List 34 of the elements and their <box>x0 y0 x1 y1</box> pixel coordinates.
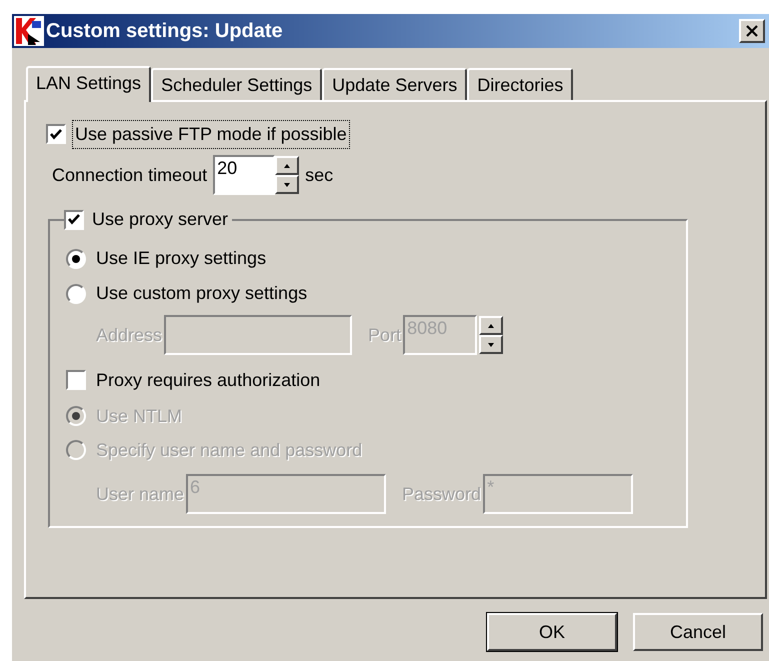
checkbox[interactable] <box>66 370 86 390</box>
checkbox-label: Use passive FTP mode if possible <box>72 120 350 148</box>
tab[interactable]: Update Servers <box>322 68 468 100</box>
checkbox-label: Proxy requires authorization <box>96 368 320 392</box>
checkbox[interactable] <box>46 124 66 144</box>
radio-label: Use custom proxy settings <box>96 282 308 305</box>
spin-up-button[interactable] <box>275 156 300 175</box>
tab[interactable]: Scheduler Settings <box>151 68 322 100</box>
down-arrow-icon <box>284 182 290 186</box>
radio-button[interactable] <box>66 248 86 268</box>
window-title: Custom settings: Update <box>46 19 284 44</box>
tab[interactable]: LAN Settings <box>26 66 152 102</box>
dialog-button[interactable]: OK <box>487 613 617 651</box>
checkbox[interactable] <box>64 210 84 230</box>
timeout-field[interactable]: 20 <box>213 155 276 195</box>
close-button[interactable] <box>739 19 765 43</box>
spin-up-button[interactable] <box>479 316 504 335</box>
app-logo-icon <box>14 16 44 46</box>
close-icon <box>746 25 758 37</box>
up-arrow-icon <box>488 324 494 328</box>
radio-button[interactable] <box>66 284 86 304</box>
down-arrow-icon <box>488 342 494 346</box>
unit-label: sec <box>305 164 334 186</box>
dialog-button[interactable]: Cancel <box>633 613 763 651</box>
up-arrow-icon <box>284 164 290 168</box>
checkmark-icon <box>50 128 62 140</box>
field-label: Connection timeout <box>52 164 208 186</box>
checkbox-label: Use proxy server <box>92 208 228 231</box>
tab[interactable]: Directories <box>467 68 574 100</box>
spin-down-button[interactable] <box>275 175 300 194</box>
spin-down-button[interactable] <box>479 335 504 354</box>
radio-label: Use IE proxy settings <box>96 247 266 270</box>
field-value: * <box>487 477 494 497</box>
checkmark-icon <box>68 214 80 225</box>
